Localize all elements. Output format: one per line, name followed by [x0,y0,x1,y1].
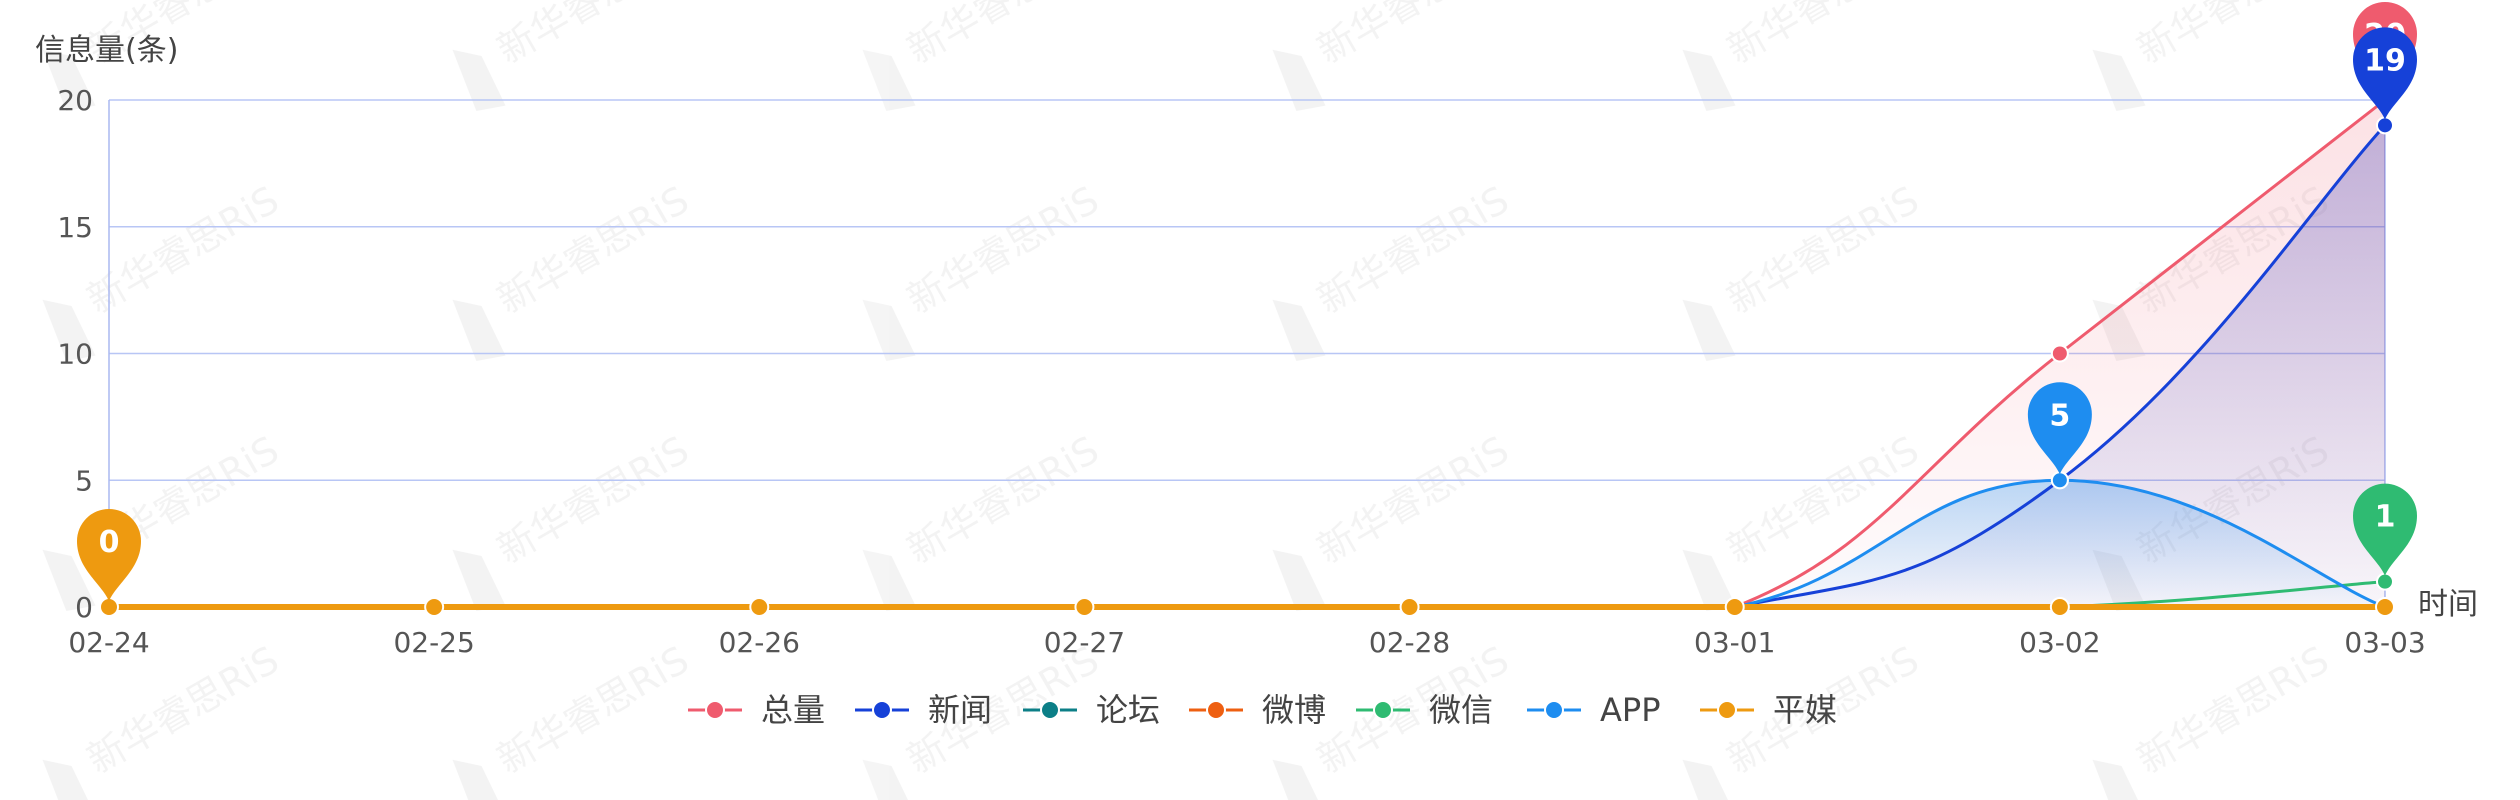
legend-label: APP [1600,691,1660,729]
marker-label: 19 [2364,43,2406,78]
watermark-text: 新华睿思RiS [490,427,697,572]
watermark-text: 新华睿思RiS [900,177,1107,322]
watermark-logo: 新华睿思RiS [452,0,697,111]
x-tick-label: 02-26 [719,626,800,659]
data-point [2376,572,2394,591]
y-tick-label: 0 [75,591,93,624]
legend-item-0: 总量 [688,691,825,729]
legend-dot-icon [1206,700,1226,720]
watermark-logo: 新华睿思RiS [862,0,1107,111]
watermark-logo: 新华睿思RiS [2092,0,2337,111]
data-point [1074,597,1095,617]
x-tick-label: 02-25 [393,626,474,659]
legend-label: 总量 [761,691,825,729]
watermark-text: 新华睿思RiS [900,0,1107,72]
legend-dot-icon [1717,700,1737,720]
marker-label: 5 [2049,398,2070,433]
x-tick-label: 03-02 [2019,626,2100,659]
watermark-text: 新华睿思RiS [2130,637,2337,782]
value-marker-新闻: 19 [2353,27,2417,120]
legend-dot-icon [705,700,725,720]
y-tick-label: 10 [57,338,93,371]
x-tick-label: 03-01 [1694,626,1775,659]
watermark-logo: 新华睿思RiS [862,427,1107,611]
watermark-text: 新华睿思RiS [490,637,697,782]
legend-item-1: 新闻 [855,691,992,729]
x-tick-label: 02-28 [1369,626,1450,659]
marker-label: 0 [99,525,120,560]
legend-dot-icon [872,700,892,720]
data-point [1399,597,1420,617]
y-tick-label: 15 [57,211,93,244]
watermark-logo: 新华睿思RiS [1272,0,1517,111]
data-point [424,597,445,617]
watermark-text: 新华睿思RiS [1310,427,1517,572]
legend-label: 论坛 [1096,691,1160,729]
legend-label: 微信 [1429,691,1493,729]
legend-dot-icon [1373,700,1393,720]
x-tick-label: 02-27 [1044,626,1125,659]
watermark-text: 新华睿思RiS [2130,0,2337,72]
legend-label: 平媒 [1773,691,1837,729]
watermark-logo: 新华睿思RiS [452,177,697,361]
legend-label: 新闻 [928,691,992,729]
legend-item-5: APP [1527,691,1660,729]
watermark-text: 新华睿思RiS [490,177,697,322]
marker-label: 1 [2375,500,2396,535]
watermark-logo: 新华睿思RiS [862,177,1107,361]
y-tick-label: 20 [57,84,93,117]
data-point [2375,597,2395,617]
watermark-logo: 新华睿思RiS [1272,177,1517,361]
y-axis-title: 信息量(条) [35,33,178,68]
data-point [2050,471,2069,490]
chart-canvas: 新华睿思RiS 新华睿思RiS 新华睿思RiS 新华睿思RiS 新华睿思RiS 新华睿思R… [35,0,2478,800]
watermark-text: 新华睿思RiS [1720,0,1927,72]
watermark-text: 新华睿思RiS [80,177,287,322]
watermark-logo: 新华睿思RiS [1272,427,1517,611]
data-point [749,597,770,617]
x-axis-title: 时间 [2418,587,2478,622]
legend-dot-icon [1040,700,1060,720]
x-tick-label: 03-03 [2344,626,2425,659]
legend-label: 微博 [1262,691,1326,729]
watermark-text: 新华睿思RiS [900,427,1107,572]
watermark-logo: 新华睿思RiS [42,427,286,611]
legend-dot-icon [1544,700,1564,720]
data-point [2049,597,2070,617]
data-point [1724,597,1745,617]
data-point [2376,116,2394,135]
x-tick-label: 02-24 [68,626,149,659]
watermark-text: 新华睿思RiS [1720,177,1927,322]
watermark-text: 新华睿思RiS [80,637,287,782]
series-area-5 [109,480,2385,607]
watermark-text: 新华睿思RiS [1310,0,1517,72]
y-tick-label: 5 [75,464,93,497]
legend: 总量 新闻 论坛 微博 微信 APP 平媒 [688,691,1837,729]
watermark-text: 新华睿思RiS [490,0,697,72]
watermark-logo: 新华睿思RiS [2092,637,2337,800]
watermark-logo: 新华睿思RiS [1682,177,1927,361]
watermark-text: 新华睿思RiS [1310,177,1517,322]
legend-item-3: 微博 [1189,691,1326,729]
data-point [2050,344,2069,363]
watermark-logo: 新华睿思RiS [452,427,697,611]
watermark-logo: 新华睿思RiS [452,637,697,800]
watermark-logo: 新华睿思RiS [1682,0,1927,111]
